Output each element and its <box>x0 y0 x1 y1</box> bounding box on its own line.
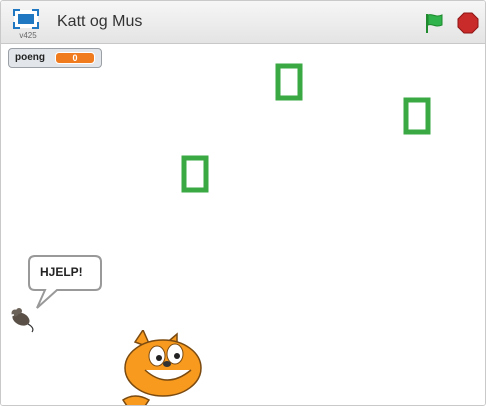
cat-sprite[interactable] <box>105 330 225 406</box>
variable-monitor: poeng 0 <box>8 48 102 68</box>
project-title: Katt og Mus <box>57 13 143 30</box>
fullscreen-icon[interactable] <box>11 7 41 31</box>
mouse-sprite[interactable] <box>7 304 39 334</box>
speech-text: HJELP! <box>40 265 83 279</box>
cheese-sprite-2[interactable] <box>403 97 431 135</box>
stop-icon[interactable] <box>456 11 480 35</box>
player-frame: v425 Katt og Mus poeng 0 HJELP! <box>0 0 486 406</box>
version-label: v425 <box>19 31 37 40</box>
cheese-sprite-3[interactable] <box>181 155 209 193</box>
stage[interactable]: poeng 0 HJELP! <box>1 44 485 405</box>
monitor-value: 0 <box>55 52 95 64</box>
monitor-label: poeng <box>15 52 45 63</box>
player-titlebar: v425 Katt og Mus <box>1 1 485 44</box>
green-flag-icon[interactable] <box>422 11 446 35</box>
cheese-sprite-1[interactable] <box>275 63 303 101</box>
